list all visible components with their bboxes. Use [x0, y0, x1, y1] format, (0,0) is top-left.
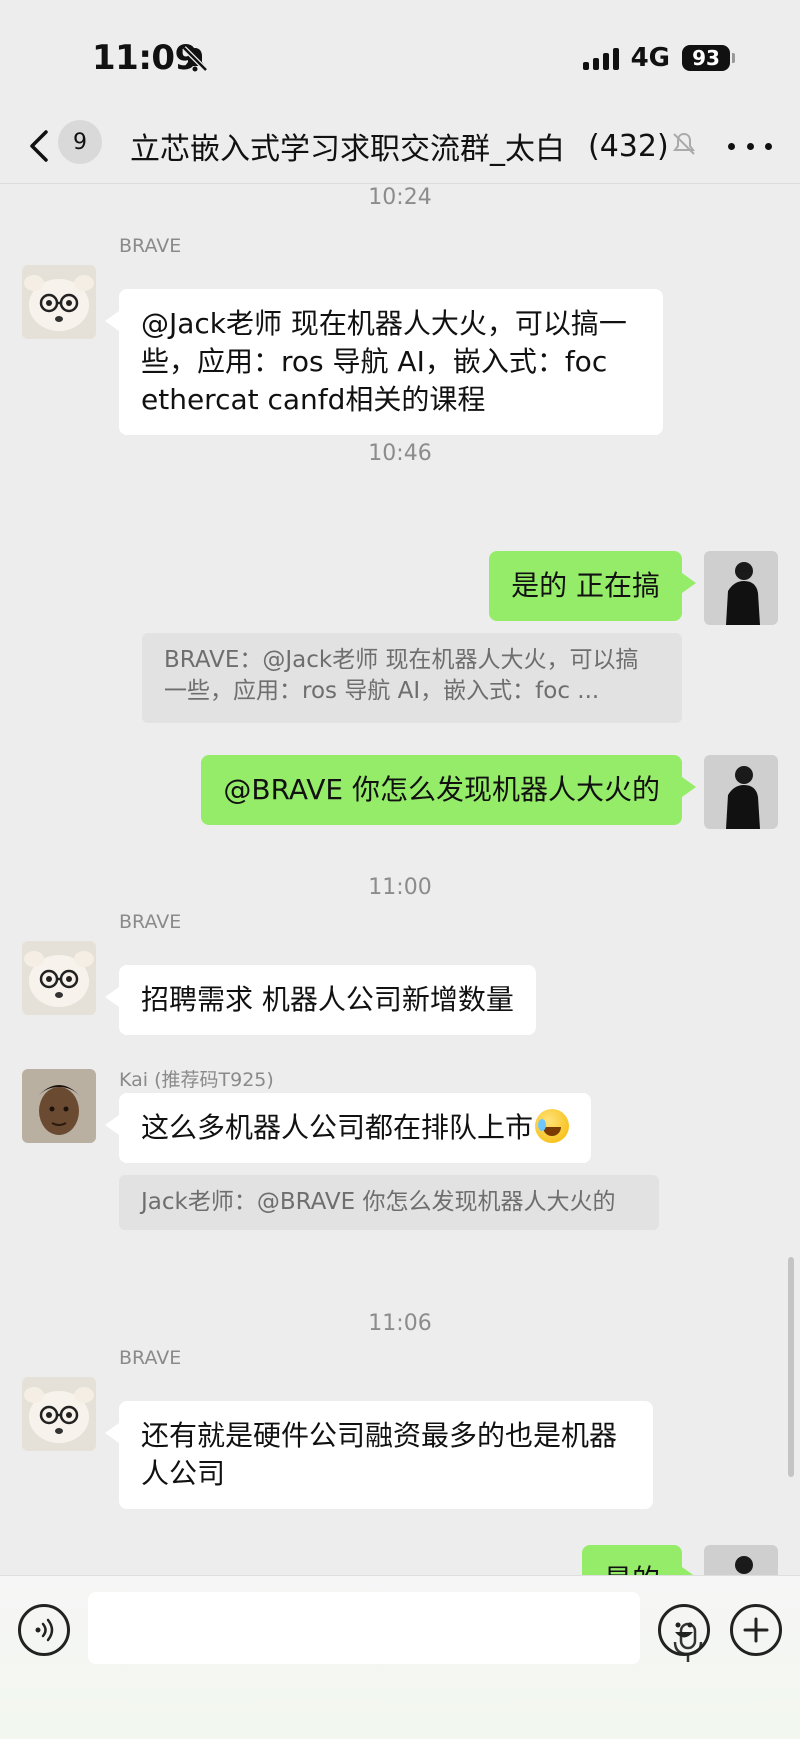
member-count: (432) [586, 124, 669, 168]
sender-name: BRAVE [119, 911, 182, 933]
mute-icon [673, 132, 695, 155]
plus-icon [743, 1617, 769, 1643]
avatar-self[interactable] [704, 1545, 778, 1575]
timestamp: 11:06 [368, 1311, 432, 1336]
battery-icon: 93 [682, 45, 735, 71]
group-name: 立芯嵌入式学习求职交流群_太白 [130, 132, 565, 167]
avatar-brave[interactable] [22, 265, 96, 339]
laughing-emoji-icon [535, 1109, 570, 1143]
chat-header: 立芯嵌入式学习求职交流群_太白 (432) [0, 110, 800, 184]
timestamp: 10:24 [368, 185, 432, 210]
message-bubble[interactable]: 这么多机器人公司都在排队上市 [104, 1093, 592, 1163]
voice-button[interactable] [18, 1604, 70, 1656]
more-button[interactable] [728, 132, 772, 160]
back-chevron-icon[interactable] [24, 126, 54, 166]
message-bubble-self[interactable]: @BRAVE 你怎么发现机器人大火的 [201, 755, 696, 825]
avatar-kai[interactable] [22, 1069, 96, 1143]
emoji-icon [675, 1622, 693, 1638]
signal-icon [582, 46, 619, 70]
message-list[interactable]: 10:24 BRAVE @Jack老师 现在机器人大火，可以搞一些，应用：ros… [0, 185, 800, 1575]
sender-name: BRAVE [119, 235, 182, 257]
network-type: 4G [630, 43, 670, 73]
timestamp: 10:46 [368, 441, 432, 466]
sender-name: Kai (推荐码T925) [119, 1069, 274, 1091]
scroll-indicator[interactable] [788, 1257, 794, 1477]
unread-count-badge[interactable]: 9 [58, 120, 102, 164]
message-text: 这么多机器人公司都在排队上市 [141, 1111, 534, 1144]
avatar-self[interactable] [704, 755, 778, 829]
status-bar: 11:09 4G 93 [0, 0, 800, 110]
sender-name: BRAVE [119, 1347, 182, 1369]
message-bubble-self[interactable]: 是的 [581, 1545, 697, 1575]
message-bubble[interactable]: 招聘需求 机器人公司新增数量 [105, 965, 536, 1035]
avatar-self[interactable] [704, 551, 778, 625]
voice-icon [35, 1618, 54, 1642]
message-bubble[interactable]: 还有就是硬件公司融资最多的也是机器人公司 [105, 1401, 653, 1509]
input-bar [0, 1575, 800, 1739]
status-right: 4G 93 [582, 40, 735, 76]
quoted-message[interactable]: BRAVE：@Jack老师 现在机器人大火，可以搞一些，应用：ros 导航 AI… [142, 633, 682, 723]
message-input[interactable] [88, 1592, 703, 1664]
message-bubble-self[interactable]: 是的 正在搞 [489, 551, 696, 621]
plus-button[interactable] [730, 1604, 782, 1656]
emoji-button[interactable] [658, 1604, 710, 1656]
avatar-brave[interactable] [22, 941, 96, 1015]
message-bubble[interactable]: @Jack老师 现在机器人大火，可以搞一些，应用：ros 导航 AI，嵌入式：f… [105, 289, 663, 435]
bell-slash-icon [182, 46, 208, 72]
more-icon [728, 142, 735, 150]
avatar-brave[interactable] [22, 1377, 96, 1451]
quoted-message[interactable]: Jack老师：@BRAVE 你怎么发现机器人大火的 [119, 1175, 659, 1230]
timestamp: 11:00 [368, 875, 432, 900]
